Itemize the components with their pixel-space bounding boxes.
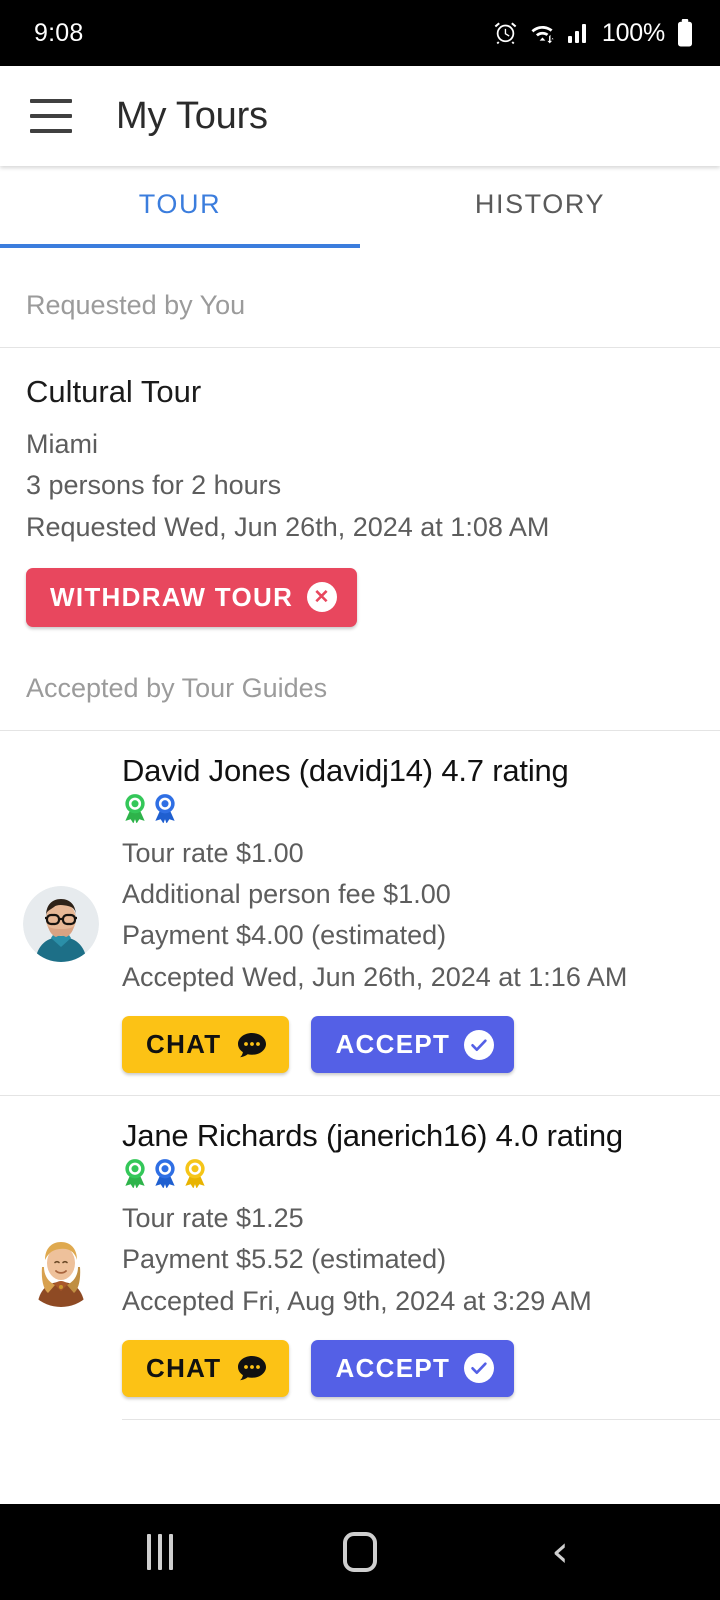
guide-info: Jane Richards (janerich16) 4.0 rating To… — [122, 1118, 720, 1419]
guide-detail-line: Accepted Wed, Jun 26th, 2024 at 1:16 AM — [122, 961, 628, 992]
tour-title: Cultural Tour — [26, 374, 202, 409]
wifi-icon — [529, 21, 556, 46]
avatar-column — [0, 753, 122, 1095]
battery-percent-label: 100% — [601, 18, 665, 47]
guide-actions: CHAT ACCEPT — [122, 1016, 700, 1074]
award-ribbon-icon-green — [122, 793, 148, 823]
status-icons: 100% — [493, 19, 694, 48]
avatar — [23, 1230, 99, 1307]
status-time: 9:08 — [34, 18, 84, 47]
tour-list: Requested by You Cultural Tour Miami 3 p… — [0, 248, 720, 1504]
guide-row[interactable]: Jane Richards (janerich16) 4.0 rating To… — [0, 1095, 720, 1419]
chat-bubble-icon — [235, 1353, 269, 1383]
tab-tour[interactable]: TOUR — [0, 166, 360, 248]
award-ribbon-icon-yellow — [182, 1158, 208, 1189]
alarm-icon — [493, 21, 518, 46]
tour-requested-date: Requested Wed, Jun 26th, 2024 at 1:08 AM — [26, 511, 550, 542]
accept-button[interactable]: ACCEPT — [311, 1339, 515, 1397]
guide-detail-line: Payment $5.52 (estimated) — [122, 1244, 447, 1275]
check-circle-icon — [464, 1353, 495, 1384]
guide-badges — [122, 793, 700, 823]
withdraw-tour-button[interactable]: WITHDRAW TOUR ✕ — [26, 567, 358, 627]
back-icon[interactable]: ‹ — [515, 1522, 605, 1582]
circle-x-icon: ✕ — [307, 582, 338, 613]
guide-badges — [122, 1158, 700, 1189]
chat-button[interactable]: CHAT — [122, 1339, 290, 1397]
section-header-requested: Requested by You — [0, 248, 720, 348]
guide-actions: CHAT ACCEPT — [122, 1339, 700, 1397]
guide-name: David Jones (davidj14) 4.7 rating — [122, 752, 569, 788]
chat-bubble-icon — [235, 1030, 269, 1060]
recents-icon[interactable] — [115, 1522, 205, 1582]
home-icon[interactable] — [315, 1522, 405, 1582]
guide-detail-line: Accepted Fri, Aug 9th, 2024 at 3:29 AM — [122, 1285, 592, 1316]
tab-bar: TOUR HISTORY — [0, 166, 720, 248]
tab-history[interactable]: HISTORY — [360, 166, 720, 248]
award-ribbon-icon-blue — [152, 793, 178, 823]
chat-button[interactable]: CHAT — [122, 1016, 290, 1074]
guide-name: Jane Richards (janerich16) 4.0 rating — [122, 1118, 623, 1154]
accept-button-label: ACCEPT — [335, 1029, 451, 1060]
system-nav-bar: ‹ — [0, 1504, 720, 1600]
man-with-glasses-avatar — [23, 885, 99, 962]
accept-button[interactable]: ACCEPT — [311, 1016, 515, 1074]
guide-detail-line: Tour rate $1.25 — [122, 1203, 304, 1234]
page-title: My Tours — [116, 94, 268, 137]
guide-detail-line: Tour rate $1.00 — [122, 837, 304, 868]
chat-button-label: CHAT — [146, 1352, 222, 1383]
requested-tour-card[interactable]: Cultural Tour Miami 3 persons for 2 hour… — [0, 348, 720, 627]
chat-button-label: CHAT — [146, 1029, 222, 1060]
blonde-woman-avatar — [23, 1230, 99, 1307]
battery-icon — [676, 19, 694, 47]
hamburger-menu-icon[interactable] — [30, 99, 72, 133]
withdraw-tour-label: WITHDRAW TOUR — [50, 581, 294, 612]
tour-party: 3 persons for 2 hours — [26, 470, 282, 501]
app-bar: My Tours — [0, 66, 720, 166]
tour-city: Miami — [26, 429, 98, 459]
avatar-column — [0, 1118, 122, 1419]
avatar — [23, 885, 99, 962]
guide-row[interactable]: David Jones (davidj14) 4.7 rating Tour r… — [0, 731, 720, 1095]
section-header-accepted: Accepted by Tour Guides — [0, 627, 720, 731]
guide-detail-line: Additional person fee $1.00 — [122, 879, 451, 910]
list-bottom-divider — [122, 1418, 720, 1420]
phone-screen: 9:08 100% My Tours TOUR HISTORY Requeste… — [0, 0, 720, 1600]
award-ribbon-icon-blue — [152, 1158, 178, 1189]
tab-active-indicator — [0, 244, 360, 248]
accept-button-label: ACCEPT — [335, 1352, 451, 1383]
award-ribbon-icon-green — [122, 1158, 148, 1189]
guide-detail-line: Payment $4.00 (estimated) — [122, 920, 447, 951]
status-bar: 9:08 100% — [0, 0, 720, 66]
cellular-signal-icon — [567, 22, 591, 44]
check-circle-icon — [464, 1029, 495, 1060]
guide-info: David Jones (davidj14) 4.7 rating Tour r… — [122, 753, 720, 1095]
